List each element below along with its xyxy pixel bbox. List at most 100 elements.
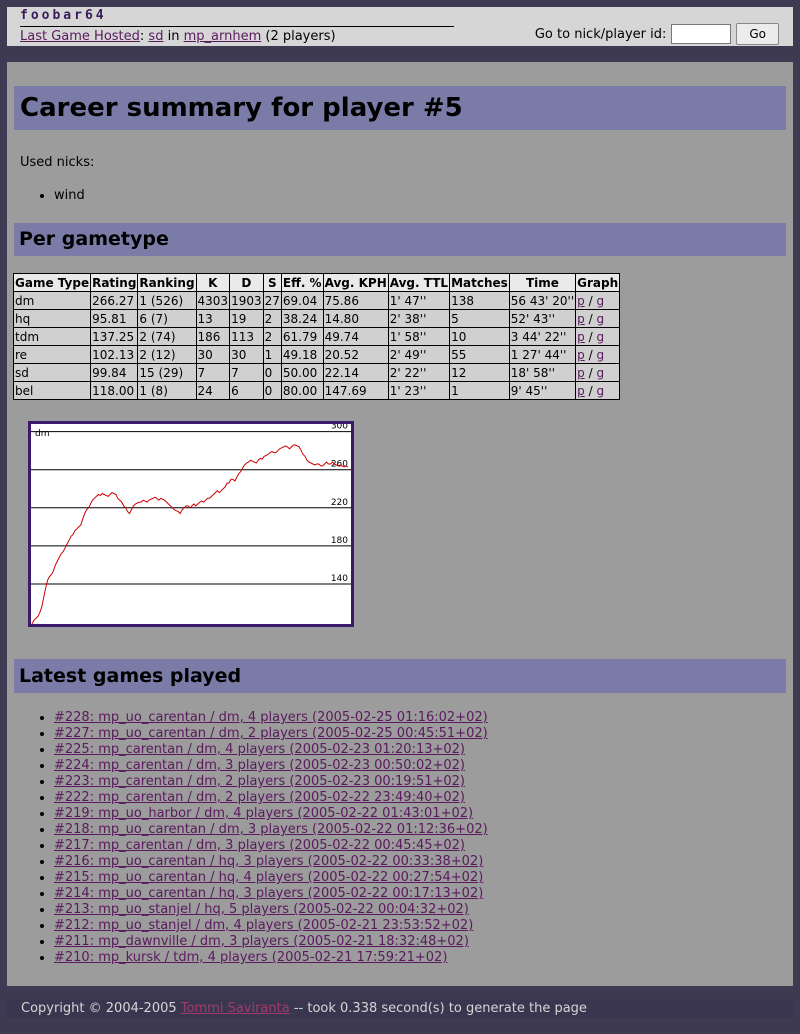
game-link[interactable]: #227: mp_uo_carentan / dm, 2 players (20… (54, 726, 488, 741)
table-cell: 52' 43'' (508, 309, 577, 328)
column-header: K (195, 273, 231, 292)
game-link[interactable]: #224: mp_carentan / dm, 3 players (2005-… (54, 758, 465, 773)
game-link[interactable]: #215: mp_uo_carentan / hq, 4 players (20… (54, 870, 483, 885)
graph-p-link[interactable]: p (577, 294, 585, 308)
table-cell: 138 (449, 291, 510, 310)
game-link[interactable]: #210: mp_kursk / tdm, 4 players (2005-02… (54, 950, 447, 965)
game-link[interactable]: #218: mp_uo_carentan / dm, 3 players (20… (54, 822, 488, 837)
table-cell: 1 (526) (137, 291, 197, 310)
graph-g-link[interactable]: g (596, 348, 604, 362)
last-game-link[interactable]: Last Game Hosted (20, 29, 140, 44)
goto-label: Go to nick/player id: (534, 26, 667, 42)
table-cell: 13 (195, 309, 231, 328)
graph-links-cell: p / g (575, 309, 621, 328)
table-cell: 266.27 (90, 291, 139, 310)
list-item: #219: mp_uo_harbor / dm, 4 players (2005… (54, 806, 488, 822)
per-gametype-heading: Per gametype (14, 223, 786, 256)
table-cell: 55 (449, 345, 510, 364)
latest-games-list: #228: mp_uo_carentan / dm, 4 players (20… (20, 710, 488, 966)
table-cell: 9' 45'' (508, 381, 577, 400)
graph-link-separator: / (588, 329, 593, 344)
goto-player-input[interactable] (671, 24, 732, 44)
table-cell: bel (12, 381, 92, 400)
graph-links-cell: p / g (575, 291, 621, 310)
column-header: Time (508, 273, 577, 292)
graph-link-separator: / (588, 293, 593, 308)
graph-g-link[interactable]: g (596, 366, 604, 380)
graph-link-separator: / (588, 365, 593, 380)
table-cell: 50.00 (280, 363, 324, 382)
table-cell: 2 (262, 309, 282, 328)
table-cell: 1' 58'' (387, 327, 451, 346)
go-button[interactable]: Go (736, 23, 779, 45)
table-cell: 1 (262, 345, 282, 364)
table-cell: 137.25 (90, 327, 139, 346)
table-cell: 14.80 (322, 309, 389, 328)
table-row: bel 118.00 1 (8) 24 6 0 80.00 147.69 1' 23'' 1 9' … (12, 381, 621, 400)
last-game-map-link[interactable]: mp_arnhem (184, 29, 262, 44)
column-header: S (262, 273, 282, 292)
table-row: hq 95.81 6 (7) 13 19 2 38.24 14.80 2' 38'' 5 52' 4… (12, 309, 621, 328)
graph-p-link[interactable]: p (577, 348, 585, 362)
table-cell: 18' 58'' (508, 363, 577, 382)
column-header: Game Type (12, 273, 92, 292)
list-item: #225: mp_carentan / dm, 4 players (2005-… (54, 742, 488, 758)
game-link[interactable]: #211: mp_dawnville / dm, 3 players (2005… (54, 934, 469, 949)
table-cell: 15 (29) (137, 363, 197, 382)
table-cell: 186 (195, 327, 231, 346)
table-cell: 2' 38'' (387, 309, 451, 328)
list-item: #227: mp_uo_carentan / dm, 2 players (20… (54, 726, 488, 742)
graph-links-cell: p / g (575, 345, 621, 364)
list-item: #216: mp_uo_carentan / hq, 3 players (20… (54, 854, 488, 870)
column-header: Eff. % (280, 273, 324, 292)
site-logo: foobar64 (20, 8, 107, 23)
game-link[interactable]: #228: mp_uo_carentan / dm, 4 players (20… (54, 710, 488, 725)
y-tick-label: 180 (331, 536, 348, 546)
table-cell: 49.18 (280, 345, 324, 364)
game-link[interactable]: #213: mp_uo_stanjel / hq, 5 players (200… (54, 902, 469, 917)
table-cell: 6 (229, 381, 264, 400)
table-row: sd 99.84 15 (29) 7 7 0 50.00 22.14 2' 22'' 12 18' … (12, 363, 621, 382)
game-link[interactable]: #217: mp_carentan / dm, 3 players (2005-… (54, 838, 465, 853)
game-link[interactable]: #223: mp_carentan / dm, 2 players (2005-… (54, 774, 465, 789)
table-cell: 10 (449, 327, 510, 346)
table-cell: sd (12, 363, 92, 382)
column-header: D (229, 273, 264, 292)
table-cell: 5 (449, 309, 510, 328)
list-item: #218: mp_uo_carentan / dm, 3 players (20… (54, 822, 488, 838)
table-cell: 24 (195, 381, 231, 400)
y-tick-label: 220 (331, 498, 348, 508)
table-cell: 0 (262, 381, 282, 400)
footer-author-link[interactable]: Tommi Saviranta (181, 1001, 290, 1016)
game-link[interactable]: #222: mp_carentan / dm, 2 players (2005-… (54, 790, 465, 805)
game-link[interactable]: #225: mp_carentan / dm, 4 players (2005-… (54, 742, 465, 757)
table-cell: 69.04 (280, 291, 324, 310)
table-cell: tdm (12, 327, 92, 346)
game-link[interactable]: #214: mp_uo_carentan / hq, 3 players (20… (54, 886, 483, 901)
list-item: #212: mp_uo_stanjel / dm, 4 players (200… (54, 918, 488, 934)
game-link[interactable]: #212: mp_uo_stanjel / dm, 4 players (200… (54, 918, 473, 933)
graph-g-link[interactable]: g (596, 384, 604, 398)
graph-g-link[interactable]: g (596, 294, 604, 308)
graph-p-link[interactable]: p (577, 330, 585, 344)
table-cell: 30 (195, 345, 231, 364)
table-cell: 2' 22'' (387, 363, 451, 382)
footer-copyright: Copyright © 2004-2005 (21, 1001, 177, 1016)
game-link[interactable]: #219: mp_uo_harbor / dm, 4 players (2005… (54, 806, 473, 821)
table-cell: 1 (8) (137, 381, 197, 400)
graph-p-link[interactable]: p (577, 366, 585, 380)
game-link[interactable]: #216: mp_uo_carentan / hq, 3 players (20… (54, 854, 483, 869)
graph-g-link[interactable]: g (596, 330, 604, 344)
graph-g-link[interactable]: g (596, 312, 604, 326)
table-cell: 102.13 (90, 345, 139, 364)
graph-p-link[interactable]: p (577, 384, 585, 398)
graph-p-link[interactable]: p (577, 312, 585, 326)
main-content: Career summary for player #5 Used nicks:… (7, 62, 793, 986)
last-game-gametype-link[interactable]: sd (148, 29, 163, 44)
table-cell: 61.79 (280, 327, 324, 346)
table-cell: re (12, 345, 92, 364)
table-row: dm 266.27 1 (526) 4303 1903 27 69.04 75.86 1' 47… (12, 291, 621, 310)
column-header: Rating (90, 273, 139, 292)
used-nicks-label: Used nicks: (20, 155, 95, 170)
table-cell: 2 (12) (137, 345, 197, 364)
